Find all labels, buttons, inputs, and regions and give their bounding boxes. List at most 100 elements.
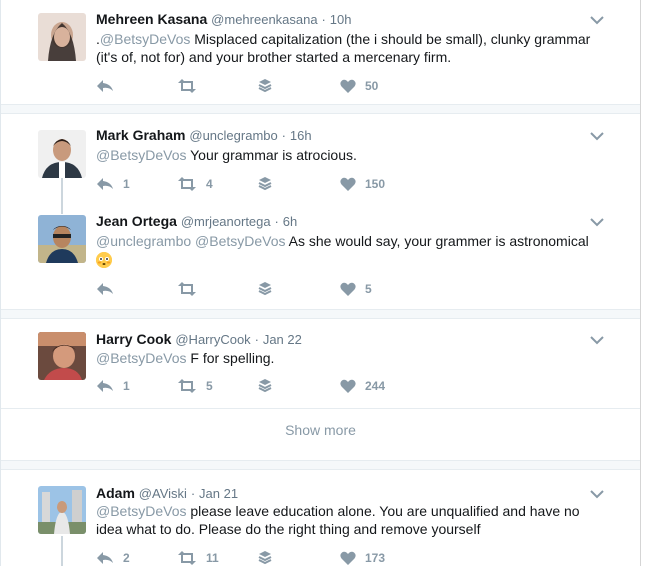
moments-stack-icon	[258, 282, 272, 296]
moments-button[interactable]	[258, 549, 272, 567]
like-count: 244	[365, 379, 386, 393]
tweet-actions: 50	[96, 77, 416, 95]
author-name[interactable]: Jean Ortega	[96, 213, 177, 229]
tweet-text: @BetsyDeVos Your grammar is atrocious.	[96, 146, 606, 164]
reply-icon	[97, 380, 113, 392]
avatar[interactable]	[38, 332, 86, 380]
tweet[interactable]: Harry Cook @HarryCook · Jan 22 @BetsyDeV…	[0, 330, 641, 408]
reply-button[interactable]: 1	[96, 175, 130, 193]
reply-icon	[97, 283, 113, 295]
timestamp[interactable]: 16h	[290, 128, 312, 143]
moments-button[interactable]	[258, 175, 272, 193]
reply-button[interactable]: 1	[96, 377, 130, 395]
like-count: 173	[365, 551, 386, 565]
retweet-button[interactable]	[177, 280, 206, 298]
chevron-down-icon[interactable]	[590, 128, 604, 142]
reply-icon	[97, 552, 113, 564]
author-name[interactable]: Adam	[96, 485, 135, 501]
like-button[interactable]: 150	[340, 175, 385, 193]
author-name[interactable]: Mehreen Kasana	[96, 11, 207, 27]
tweet-header: Mark Graham @unclegrambo · 16h	[96, 126, 312, 145]
heart-icon	[340, 177, 356, 191]
moments-button[interactable]	[258, 377, 272, 395]
retweet-button[interactable]: 4	[177, 175, 213, 193]
moments-stack-icon	[258, 551, 272, 565]
retweet-icon	[178, 379, 196, 393]
avatar-image	[38, 130, 86, 178]
flushed-face-icon	[96, 252, 112, 269]
like-count: 5	[365, 282, 372, 296]
author-handle[interactable]: @unclegrambo	[189, 128, 277, 143]
avatar[interactable]	[38, 486, 86, 534]
retweet-count: 11	[206, 551, 219, 565]
reply-count: 2	[123, 551, 130, 565]
conversation-separator	[1, 104, 640, 114]
moments-button[interactable]	[258, 77, 272, 95]
tweet[interactable]: Adam @AViski · Jan 21 @BetsyDeVos please…	[0, 484, 641, 566]
retweet-icon	[178, 177, 196, 191]
author-handle[interactable]: @mehreenkasana	[211, 12, 317, 27]
author-handle[interactable]: @HarryCook	[175, 332, 250, 347]
like-button[interactable]: 5	[340, 280, 372, 298]
mention-link[interactable]: @BetsyDeVos	[100, 31, 190, 47]
author-name[interactable]: Mark Graham	[96, 127, 185, 143]
reply-button[interactable]	[96, 77, 123, 95]
chevron-down-icon[interactable]	[590, 332, 604, 346]
retweet-icon	[178, 282, 196, 296]
author-name[interactable]: Harry Cook	[96, 331, 171, 347]
reply-count: 1	[123, 379, 130, 393]
moments-stack-icon	[258, 379, 272, 393]
tweet[interactable]: Jean Ortega @mrjeanortega · 6h @unclegra…	[0, 212, 641, 307]
tweet-header: Adam @AViski · Jan 21	[96, 484, 238, 503]
mention-link[interactable]: @BetsyDeVos	[195, 233, 285, 249]
show-more-link[interactable]: Show more	[1, 408, 640, 451]
tweet-body: As she would say, your grammer is astron…	[285, 233, 589, 249]
tweet[interactable]: Mark Graham @unclegrambo · 16h @BetsyDeV…	[0, 126, 641, 206]
conversation-separator	[1, 460, 640, 470]
tweet-text: .@BetsyDeVos Misplaced capitalization (t…	[96, 30, 606, 66]
author-handle[interactable]: @AViski	[139, 486, 187, 501]
retweet-button[interactable]	[177, 77, 206, 95]
like-button[interactable]: 50	[340, 77, 378, 95]
mention-link[interactable]: @BetsyDeVos	[96, 350, 186, 366]
chevron-down-icon[interactable]	[590, 214, 604, 228]
like-button[interactable]: 244	[340, 377, 385, 395]
heart-icon	[340, 282, 356, 296]
retweet-button[interactable]: 5	[177, 377, 213, 395]
like-count: 50	[365, 79, 379, 93]
reply-button[interactable]: 2	[96, 549, 130, 567]
tweet-actions: 5	[96, 280, 416, 298]
author-handle[interactable]: @mrjeanortega	[181, 214, 271, 229]
avatar[interactable]	[38, 215, 86, 263]
heart-icon	[340, 79, 356, 93]
chevron-down-icon[interactable]	[590, 12, 604, 26]
separator-dot: ·	[321, 12, 326, 27]
timestamp[interactable]: Jan 22	[263, 332, 302, 347]
tweet[interactable]: Mehreen Kasana @mehreenkasana · 10h .@Be…	[0, 10, 641, 104]
chevron-down-icon[interactable]	[590, 486, 604, 500]
timestamp[interactable]: 10h	[330, 12, 352, 27]
mention-link[interactable]: @BetsyDeVos	[96, 147, 186, 163]
reply-button[interactable]	[96, 280, 123, 298]
avatar-image	[38, 13, 86, 61]
moments-stack-icon	[258, 177, 272, 191]
tweet-text: @BetsyDeVos please leave education alone…	[96, 502, 606, 538]
mention-link[interactable]: @unclegrambo	[96, 233, 191, 249]
reply-icon	[97, 178, 113, 190]
moments-button[interactable]	[258, 280, 272, 298]
separator-dot: ·	[254, 332, 259, 347]
tweet-header: Mehreen Kasana @mehreenkasana · 10h	[96, 10, 351, 29]
retweet-count: 4	[206, 177, 213, 191]
retweet-button[interactable]: 11	[177, 549, 219, 567]
separator-dot: ·	[281, 128, 286, 143]
avatar[interactable]	[38, 13, 86, 61]
like-button[interactable]: 173	[340, 549, 385, 567]
retweet-icon	[178, 551, 196, 565]
moments-stack-icon	[258, 79, 272, 93]
tweet-header: Jean Ortega @mrjeanortega · 6h	[96, 212, 297, 231]
timestamp[interactable]: 6h	[283, 214, 297, 229]
mention-link[interactable]: @BetsyDeVos	[96, 503, 186, 519]
timestamp[interactable]: Jan 21	[199, 486, 238, 501]
avatar-image	[38, 486, 86, 534]
avatar[interactable]	[38, 130, 86, 178]
